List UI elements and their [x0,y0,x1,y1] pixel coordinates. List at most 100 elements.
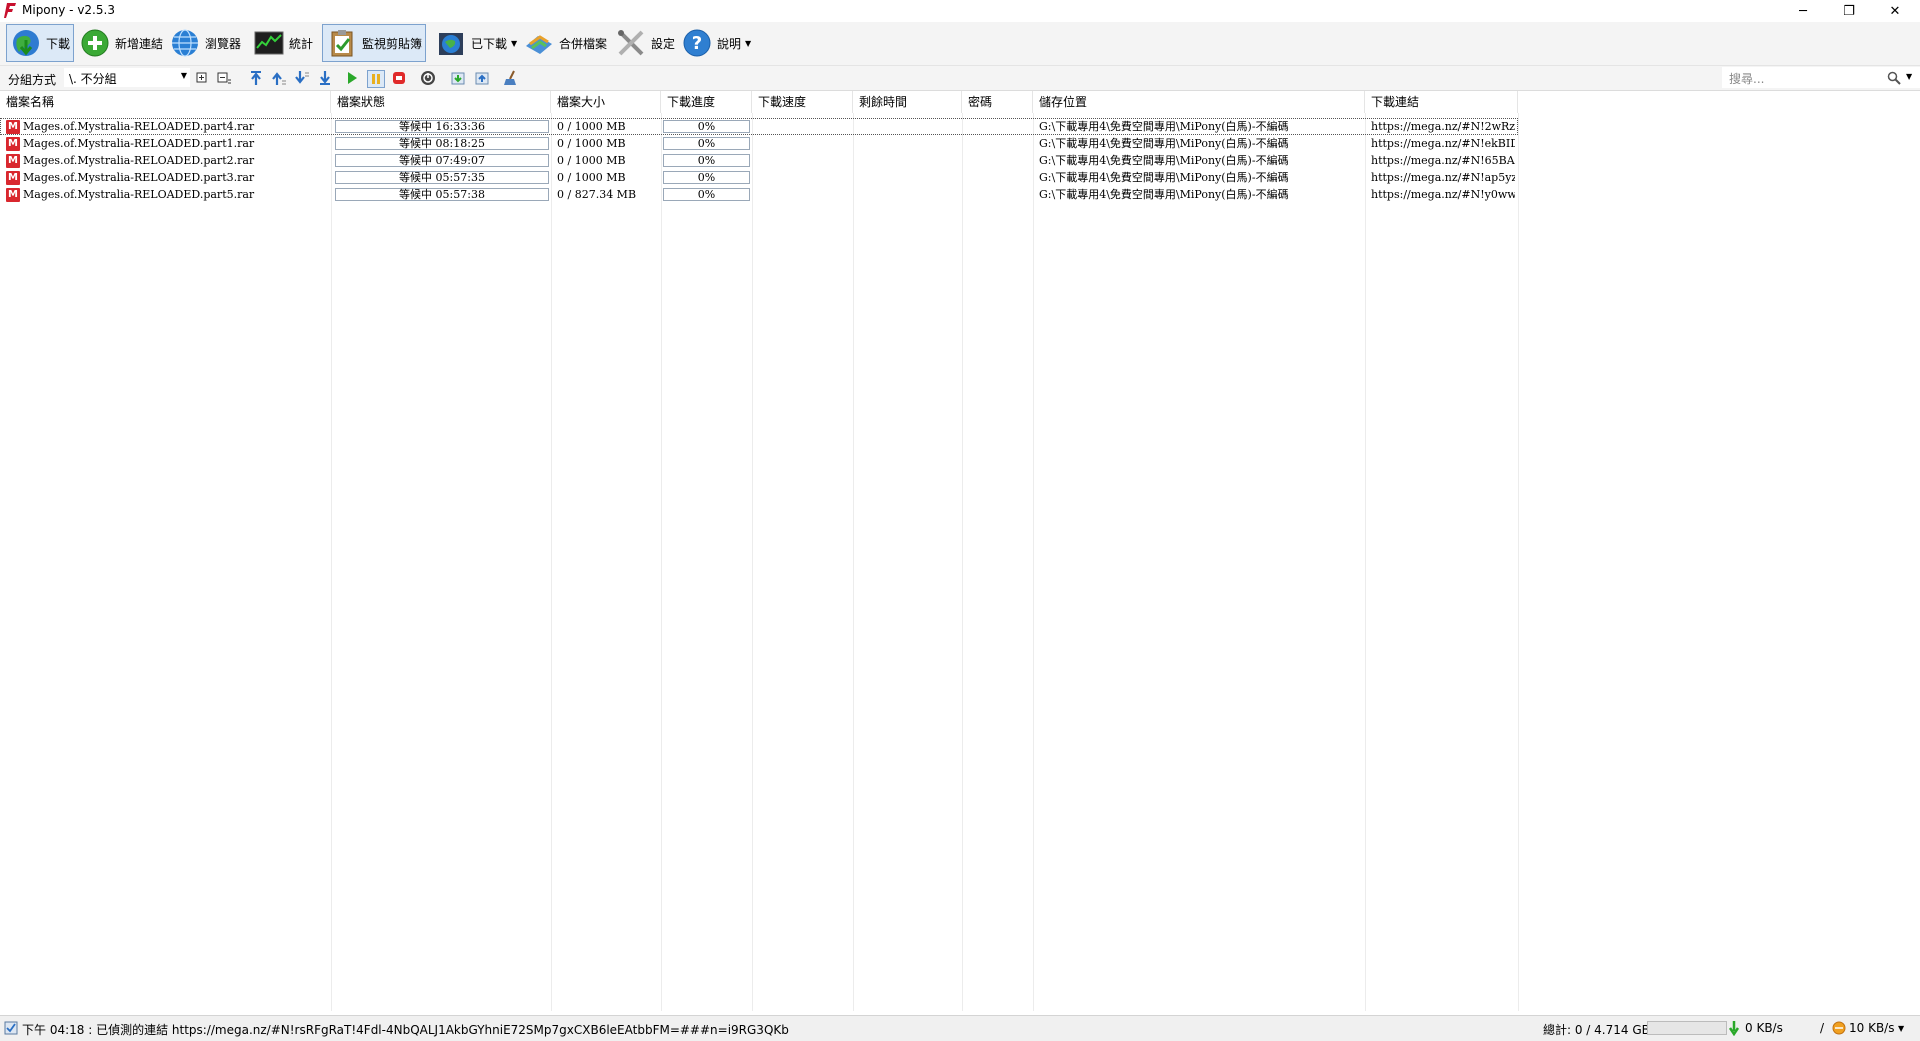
status-bar: 等候中 05:57:38 [335,188,549,201]
column-divider [1365,113,1366,1011]
progress-bar: 0% [663,120,750,133]
download-speed: 0 KB/s [1745,1021,1783,1035]
export-icon[interactable] [474,70,490,86]
status-bar: 等候中 16:33:36 [335,120,549,133]
chevron-down-icon[interactable]: ▼ [1906,72,1912,81]
monitor-clipboard-label: 監視剪貼簿 [362,36,423,51]
restore-button[interactable]: ❐ [1826,0,1872,22]
monitor-clipboard-button[interactable]: 監視剪貼簿 [322,24,426,62]
settings-button[interactable]: 設定 [612,24,676,62]
help-button[interactable]: ? 說明 ▼ [678,24,752,62]
column-remaining[interactable]: 剩餘時間 [853,91,962,113]
column-file-name[interactable]: 檔案名稱 [0,91,331,113]
progress-bar: 0% [663,137,750,150]
column-password[interactable]: 密碼 [962,91,1033,113]
table-row[interactable]: M Mages.of.Mystralia-RELOADED.part1.rar … [0,135,1518,152]
move-top-icon[interactable] [248,70,264,86]
file-name: Mages.of.Mystralia-RELOADED.part2.rar [23,154,255,167]
sub-toolbar: 分組方式 \. 不分組 ▼ ▼ [0,66,1920,91]
start-icon[interactable] [344,70,360,86]
close-button[interactable]: ✕ [1872,0,1918,22]
file-size: 0 / 1000 MB [557,137,626,150]
mega-icon: M [6,171,20,185]
move-down-icon[interactable] [294,70,310,86]
mega-icon: M [6,120,20,134]
file-status: 等候中 05:57:35 [399,171,485,184]
remaining-time [859,135,959,152]
column-speed[interactable]: 下載速度 [752,91,853,113]
file-name: Mages.of.Mystralia-RELOADED.part5.rar [23,188,255,201]
column-progress[interactable]: 下載進度 [661,91,752,113]
browser-button[interactable]: 瀏覽器 [166,24,248,62]
password [968,135,1028,152]
search-input[interactable] [1727,69,1881,88]
column-location[interactable]: 儲存位置 [1033,91,1365,113]
stats-button[interactable]: 統計 [250,24,314,62]
save-location: G:\下載專用4\免費空間專用\MiPony(白馬)-不編碼 [1039,188,1289,201]
minimize-button[interactable]: ─ [1780,0,1826,22]
table-row[interactable]: M Mages.of.Mystralia-RELOADED.part5.rar … [0,186,1518,203]
column-file-status[interactable]: 檔案狀態 [331,91,551,113]
chevron-down-icon[interactable]: ▼ [511,39,517,48]
download-link: https://mega.nz/#N!65BA2... [1371,154,1515,167]
collapse-all-icon[interactable] [216,70,232,86]
progress-bar: 0% [663,154,750,167]
download-label: 下載 [46,36,71,51]
progress-text: 0% [697,120,716,133]
status-bar: 等候中 07:49:07 [335,154,549,167]
tools-icon [618,30,644,56]
column-link[interactable]: 下載連結 [1365,91,1518,113]
group-by-value: \. 不分組 [69,72,117,86]
chevron-down-icon[interactable]: ▼ [745,39,751,48]
help-icon: ? [683,29,711,57]
password [968,186,1028,203]
stop-icon[interactable] [391,70,407,86]
upload-limit[interactable]: 10 KB/s [1849,1021,1894,1035]
download-link: https://mega.nz/#N!y0wwT... [1371,188,1515,201]
remaining-time [859,118,959,135]
password [968,118,1028,135]
status-bar: 等候中 05:57:35 [335,171,549,184]
pause-icon[interactable] [367,70,385,88]
merge-files-button[interactable]: 合併檔案 [520,24,610,62]
remaining-time [859,169,959,186]
move-bottom-icon[interactable] [317,70,333,86]
table-row[interactable]: M Mages.of.Mystralia-RELOADED.part4.rar … [0,118,1518,135]
title-bar: Mipony - v2.5.3 ─ ❐ ✕ [0,0,1920,22]
merge-files-icon [526,35,552,54]
password [968,169,1028,186]
clean-icon[interactable] [503,70,519,86]
total-size: 總計: 0 / 4.714 GB [1543,1023,1650,1037]
chart-monitor-icon [254,31,284,55]
file-name: Mages.of.Mystralia-RELOADED.part1.rar [23,137,255,150]
file-status: 等候中 08:18:25 [399,137,485,150]
import-icon[interactable] [450,70,466,86]
downloaded-button[interactable]: 已下載 ▼ [432,24,518,62]
speed [758,169,848,186]
group-by-select[interactable]: \. 不分組 ▼ [64,68,190,87]
save-location: G:\下載專用4\免費空間專用\MiPony(白馬)-不編碼 [1039,137,1289,150]
add-link-button[interactable]: 新增連結 [76,24,164,62]
move-up-icon[interactable] [271,70,287,86]
file-size: 0 / 1000 MB [557,154,626,167]
mipony-logo-icon [4,3,16,18]
total-progress-bar [1647,1021,1727,1035]
chevron-down-icon[interactable]: ▼ [1898,1024,1904,1033]
mega-icon: M [6,137,20,151]
table-row[interactable]: M Mages.of.Mystralia-RELOADED.part3.rar … [0,169,1518,186]
speed [758,152,848,169]
expand-all-icon[interactable] [194,70,210,86]
search-icon[interactable] [1887,71,1901,85]
column-divider [853,113,854,1011]
power-icon[interactable] [420,70,436,86]
column-file-size[interactable]: 檔案大小 [551,91,661,113]
help-label: 說明 [717,36,742,51]
download-button[interactable]: 下載 [6,24,74,62]
status-message: 下午 04:18 : 已偵測的連結 https://mega.nz/#N!rsR… [22,1023,789,1037]
column-divider [551,113,552,1011]
progress-text: 0% [697,137,716,150]
save-location: G:\下載專用4\免費空間專用\MiPony(白馬)-不編碼 [1039,120,1289,133]
clipboard-icon [331,30,353,57]
file-status: 等候中 07:49:07 [399,154,485,167]
table-row[interactable]: M Mages.of.Mystralia-RELOADED.part2.rar … [0,152,1518,169]
